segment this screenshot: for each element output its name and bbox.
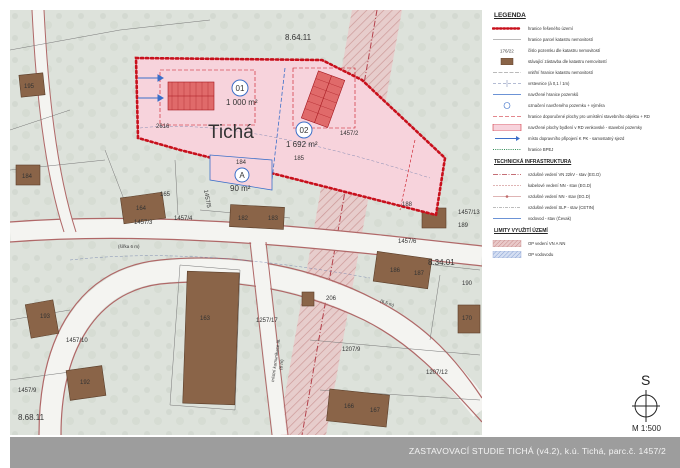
grid-label-3: 8.68.11 xyxy=(18,413,45,422)
legend-item-recommended-area: hranice doporučené plochy pro umístění s… xyxy=(492,112,678,121)
plot-02-id: 02 xyxy=(300,126,309,135)
legend-text: vzdušné vedení VN 22kV - stav (EG.D) xyxy=(528,172,601,177)
parcel-1457-10: 1457/10 xyxy=(66,338,88,344)
map-scale: M 1:500 xyxy=(632,424,661,433)
legend-text: navržené hranice pozemků xyxy=(528,92,579,97)
grid-label-2: 8.34.01 xyxy=(428,258,455,267)
parcel-170: 170 xyxy=(462,316,473,322)
parcel-167: 167 xyxy=(370,408,381,414)
parcel-164: 164 xyxy=(136,206,147,212)
plot-A-area: 90 m² xyxy=(230,184,251,193)
legend-text: OP vodovodu xyxy=(528,252,554,257)
legend-item-bpej: hranice BPEJ xyxy=(492,145,678,154)
parcel-1457-13: 1457/13 xyxy=(458,210,480,216)
parcel-163: 163 xyxy=(200,316,211,322)
legend-item-nn-air: vzdušné vedení NN - stav (EG.D) xyxy=(492,192,678,201)
legend-text: vodovod - stav (Čevak) xyxy=(528,216,572,221)
legend-text: vzdušné vedení SLP - stav (CETIN) xyxy=(528,205,595,210)
footer-bar: ZASTAVOVACÍ STUDIE TICHÁ (v4.2), k.ú. Ti… xyxy=(10,437,680,468)
legend-text: navržené plochy bydlení v RD venkovské -… xyxy=(528,125,643,130)
legend-text: hranice řešeného území xyxy=(528,26,573,31)
legend-item-existing-building: stávající zástavba dle katastru nemovito… xyxy=(492,57,678,66)
legend-item-access: místo dopravního připojení K PK - samost… xyxy=(492,134,678,143)
parcel-1457-9: 1457/9 xyxy=(18,388,37,394)
parcel-2616: 2616 xyxy=(156,124,170,130)
compass-icon xyxy=(632,390,660,422)
legend-text: OP vedení VN A NN xyxy=(528,241,566,246)
legend-item-parcel-lines: hranice parcel katastru nemovitostí xyxy=(492,35,678,44)
legend-item-water: vodovod - stav (Čevak) xyxy=(492,214,678,223)
legend-item-boundary: hranice řešeného území xyxy=(492,24,678,33)
parcel-195: 195 xyxy=(24,84,35,90)
parcel-184a: 184 xyxy=(22,174,33,180)
legend-item-plot-badge: označení navrženého pozemku + výměra xyxy=(492,101,678,110)
plot-A-id: A xyxy=(239,171,245,180)
street-label-2: (šířka 6 m) xyxy=(118,244,140,249)
parcel-190: 190 xyxy=(462,281,473,287)
parcel-1457-4: 1457/4 xyxy=(174,216,193,222)
parcel-183: 183 xyxy=(268,216,279,222)
building-163 xyxy=(182,270,240,406)
legend-item-proposed-plot: navržené plochy bydlení v RD venkovské -… xyxy=(492,123,678,132)
legend-text: vnitřní hranice katastru nemovitostí xyxy=(528,70,593,75)
parcel-193: 193 xyxy=(40,314,51,320)
legend-item-proposed-boundary: navržené hranice pozemků xyxy=(492,90,678,99)
cadastral-map[interactable]: 01 1 000 m² 02 1 692 m² A 90 m² Tichá 8.… xyxy=(10,10,482,435)
plot-02-area: 1 692 m² xyxy=(286,140,318,149)
building-206 xyxy=(301,291,315,307)
legend-text: hranice doporučené plochy pro umístění s… xyxy=(528,114,650,119)
north-arrow: S M 1:500 xyxy=(626,372,666,434)
parcel-1207-9: 1207/9 xyxy=(342,347,361,353)
parcel-185: 185 xyxy=(294,156,305,162)
parcel-1457-2: 1457/2 xyxy=(340,131,359,137)
legend-item-vn: vzdušné vedení VN 22kV - stav (EG.D) xyxy=(492,170,678,179)
place-name: Tichá xyxy=(208,122,254,143)
legend-text: vzdušné vedení NN - stav (EG.D) xyxy=(528,194,591,199)
grid-label-1: 8.64.11 xyxy=(285,33,312,42)
legend-item-parcel-number: 176/22 číslo pozemku dle katastru nemovi… xyxy=(492,46,678,55)
parcel-182: 182 xyxy=(238,216,249,222)
parcel-189: 189 xyxy=(458,223,469,229)
legend-item-contours: vrstevnice (á 0,1 / 1m) xyxy=(492,79,678,88)
plot-01-area: 1 000 m² xyxy=(226,98,258,107)
legend-title: LEGENDA xyxy=(494,12,526,19)
legend-item-op-water: OP vodovodu xyxy=(492,250,678,259)
legend-text: hranice BPEJ xyxy=(528,147,554,152)
parcel-166: 166 xyxy=(344,404,355,410)
parcel-192: 192 xyxy=(80,380,91,386)
parcel-165: 165 xyxy=(160,192,171,198)
legend-item-inner-boundary: vnitřní hranice katastru nemovitostí xyxy=(492,68,678,77)
legend-text: místo dopravního připojení K PK - samost… xyxy=(528,136,625,141)
parcel-1257-17: 1257/17 xyxy=(256,318,278,324)
parcel-1207-12: 1207/12 xyxy=(426,370,448,376)
parcel-188: 188 xyxy=(402,202,413,208)
building-166 xyxy=(326,388,390,428)
parcel-1457-3: 1457/3 xyxy=(134,220,153,226)
parcel-1457-6: 1457/6 xyxy=(398,239,417,245)
plot-01-id: 01 xyxy=(236,84,245,93)
legend-text: vrstevnice (á 0,1 / 1m) xyxy=(528,81,570,86)
legend-item-op-power: OP vedení VN A NN xyxy=(492,239,678,248)
svg-text:176/22: 176/22 xyxy=(500,49,514,54)
legend-text: stávající zástavba dle katastru nemovito… xyxy=(528,59,607,64)
parcel-206: 206 xyxy=(326,296,337,302)
legend-item-nn-cable: kabelové vedení NN - stav (EG.D) xyxy=(492,181,678,190)
parcel-187: 187 xyxy=(414,271,425,277)
legend-text: označení navrženého pozemku + výměra xyxy=(528,103,605,108)
proposed-house-01 xyxy=(167,81,215,111)
legend-limits-title: LIMITY VYUŽITÍ ÚZEMÍ xyxy=(494,228,548,234)
legend-text: kabelové vedení NN - stav (EG.D) xyxy=(528,183,592,188)
legend-text: hranice parcel katastru nemovitostí xyxy=(528,37,593,42)
footer-title: ZASTAVOVACÍ STUDIE TICHÁ (v4.2), k.ú. Ti… xyxy=(408,446,666,456)
parcel-186: 186 xyxy=(390,268,401,274)
legend-tech-title: TECHNICKÁ INFRASTRUKTURA xyxy=(494,159,572,165)
parcel-184b: 184 xyxy=(236,160,247,166)
legend-text: číslo pozemku dle katastru nemovitostí xyxy=(528,48,601,53)
legend-item-slp: vzdušné vedení SLP - stav (CETIN) xyxy=(492,203,678,212)
